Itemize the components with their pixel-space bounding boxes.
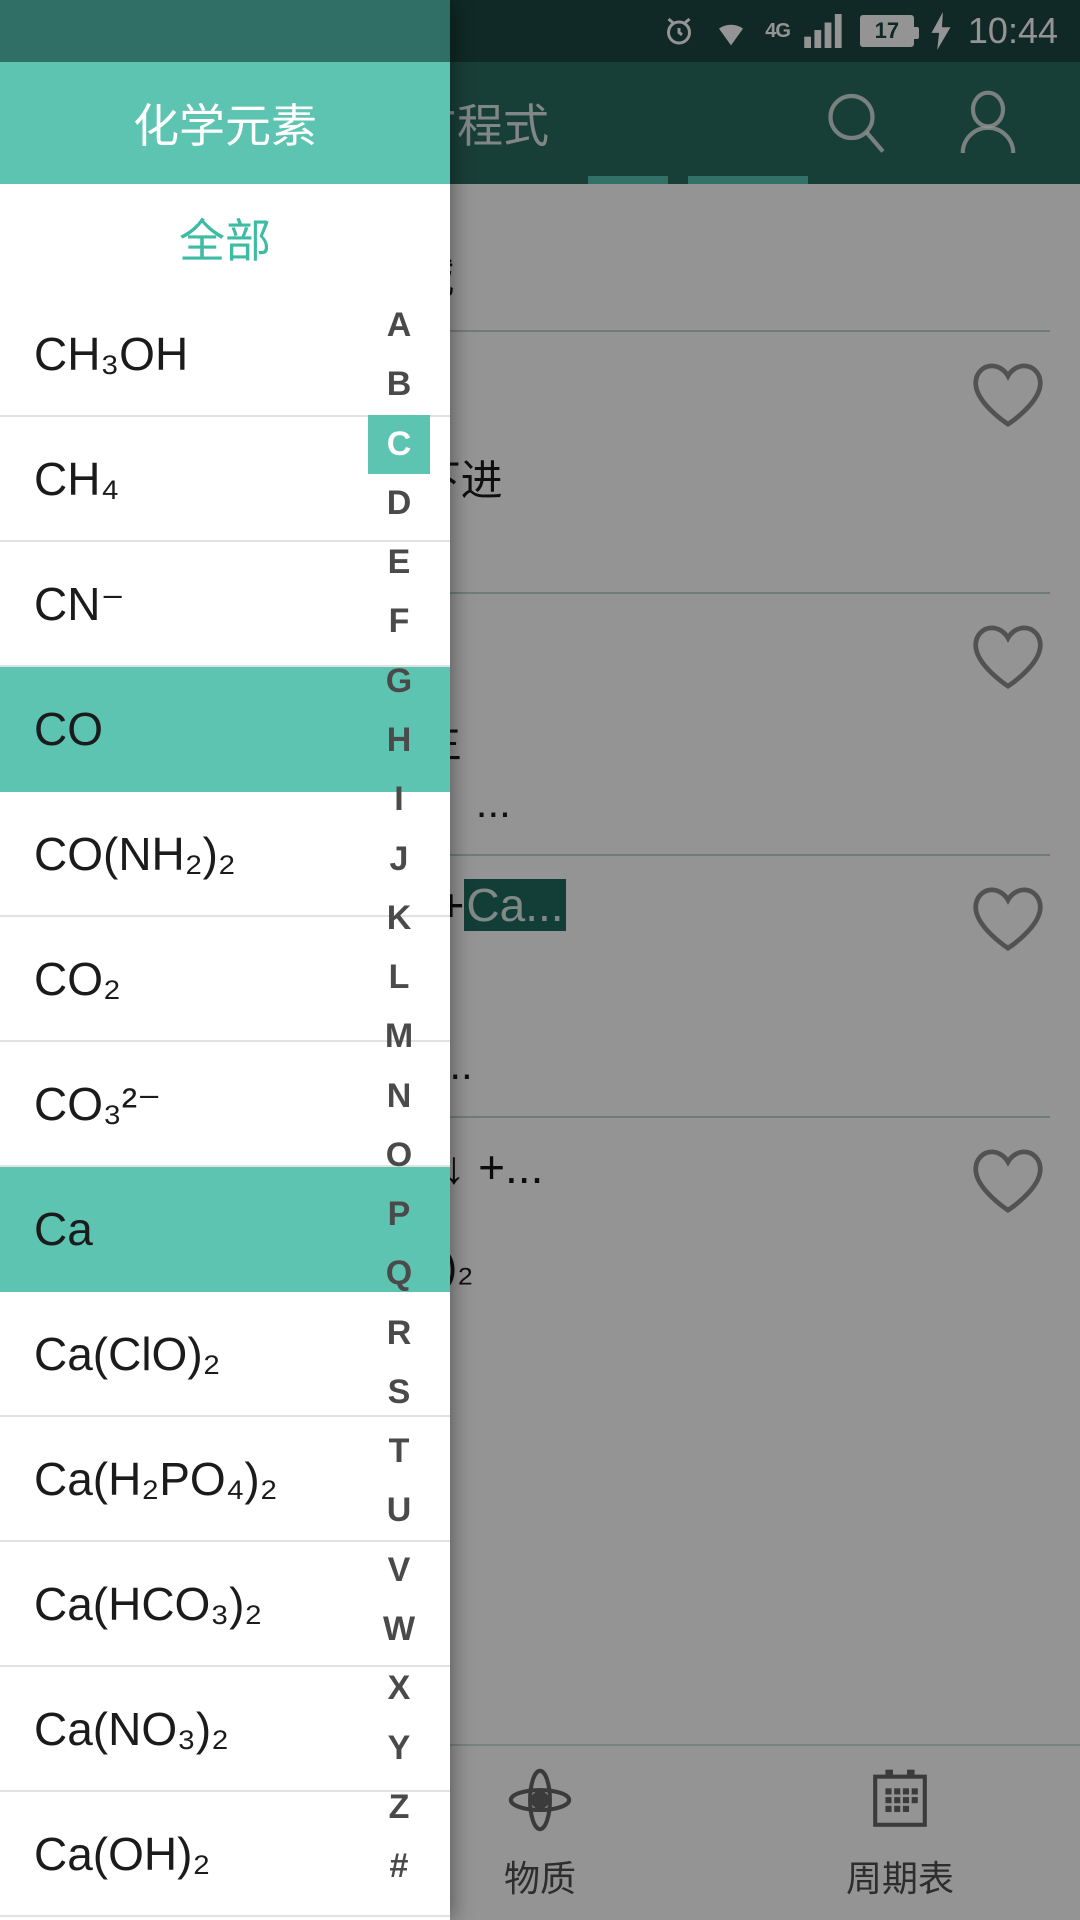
alphabet-index-letter[interactable]: K xyxy=(368,889,430,948)
alphabet-index-letter[interactable]: L xyxy=(368,948,430,1007)
alphabet-index-letter[interactable]: E xyxy=(368,533,430,592)
drawer-list-item-label: Ca(ClO)₂ xyxy=(34,1327,221,1380)
alphabet-index-letter[interactable]: M xyxy=(368,1007,430,1066)
drawer-list-item-label: Ca(OH)₂ xyxy=(34,1827,211,1880)
alphabet-index-letter[interactable]: D xyxy=(368,474,430,533)
drawer-list-item-label: CO₃²⁻ xyxy=(34,1077,162,1130)
alphabet-index-letter[interactable]: F xyxy=(368,592,430,651)
drawer-list-item-label: Ca(HCO₃)₂ xyxy=(34,1577,263,1630)
alphabet-index-letter[interactable]: A xyxy=(368,296,430,355)
alphabet-index-letter[interactable]: T xyxy=(368,1422,430,1481)
alphabet-index-letter[interactable]: I xyxy=(368,770,430,829)
alphabet-index-letter[interactable]: H xyxy=(368,711,430,770)
alphabet-index-letter[interactable]: U xyxy=(368,1481,430,1540)
drawer-list-item-label: Ca xyxy=(34,1202,93,1255)
alphabet-index-letter[interactable]: R xyxy=(368,1304,430,1363)
alphabet-index-letter[interactable]: # xyxy=(368,1837,430,1896)
alphabet-index-letter[interactable]: Z xyxy=(368,1778,430,1837)
alphabet-index-letter[interactable]: J xyxy=(368,829,430,888)
drawer-filter-all[interactable]: 全部 xyxy=(0,184,450,292)
alphabet-index-letter[interactable]: G xyxy=(368,652,430,711)
drawer-list-item-label: Ca(H₂PO₄)₂ xyxy=(34,1452,278,1505)
alphabet-index-letter[interactable]: X xyxy=(368,1659,430,1718)
alphabet-index[interactable]: A B C D E F G H I J K L M N O P Q R S T U V W X Y Z # xyxy=(368,296,430,1896)
drawer-list-item-label: CO xyxy=(34,702,103,755)
drawer-title: 化学元素 xyxy=(133,100,317,152)
drawer-list-item-label: CO₂ xyxy=(34,952,121,1005)
alphabet-index-letter[interactable]: W xyxy=(368,1600,430,1659)
drawer-list-item-label: CO(NH₂)₂ xyxy=(34,827,236,880)
alphabet-index-letter[interactable]: P xyxy=(368,1185,430,1244)
drawer-list-item-label: CH₃OH xyxy=(34,327,189,380)
drawer-list-item-label: CN⁻ xyxy=(34,577,125,630)
alphabet-index-letter[interactable]: C xyxy=(368,414,430,474)
alphabet-index-letter[interactable]: N xyxy=(368,1066,430,1125)
alphabet-index-letter[interactable]: S xyxy=(368,1363,430,1422)
alphabet-index-letter[interactable]: V xyxy=(368,1541,430,1600)
alphabet-index-letter[interactable]: Q xyxy=(368,1244,430,1303)
alphabet-index-letter[interactable]: O xyxy=(368,1126,430,1185)
alphabet-index-letter[interactable]: B xyxy=(368,355,430,414)
drawer-header: 化学元素 xyxy=(0,62,450,184)
alphabet-index-letter[interactable]: Y xyxy=(368,1718,430,1777)
drawer-list-item-label: Ca(NO₃)₂ xyxy=(34,1702,230,1755)
drawer-list-item-label: CH₄ xyxy=(34,452,120,505)
drawer-status-spacer xyxy=(0,0,450,62)
